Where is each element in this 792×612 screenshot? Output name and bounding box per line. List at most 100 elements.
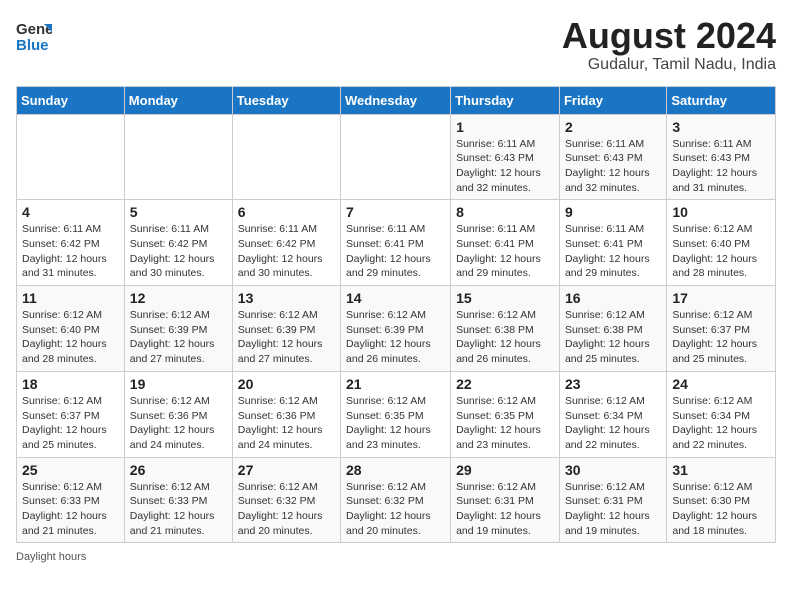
calendar-day-header: Wednesday: [341, 86, 451, 114]
day-info: Sunrise: 6:11 AM Sunset: 6:43 PM Dayligh…: [672, 137, 770, 196]
day-info: Sunrise: 6:11 AM Sunset: 6:43 PM Dayligh…: [456, 137, 554, 196]
calendar-cell: 20Sunrise: 6:12 AM Sunset: 6:36 PM Dayli…: [232, 371, 340, 457]
day-number: 27: [238, 462, 335, 478]
day-number: 21: [346, 376, 445, 392]
calendar-cell: 8 Sunrise: 6:11 AM Sunset: 6:41 PM Daylig…: [451, 200, 560, 286]
calendar-cell: 11Sunrise: 6:12 AM Sunset: 6:40 PM Dayli…: [17, 286, 125, 372]
day-info: Sunrise: 6:11 AM Sunset: 6:41 PM Dayligh…: [346, 222, 445, 281]
calendar-cell: 15 Sunrise: 6:12 AM Sunset: 6:38 PM Dayli…: [451, 286, 560, 372]
logo-icon: General Blue: [16, 16, 52, 52]
calendar-cell: 7 Sunrise: 6:11 AM Sunset: 6:41 PM Daylig…: [341, 200, 451, 286]
title-section: August 2024 Gudalur, Tamil Nadu, India: [562, 16, 776, 74]
calendar-cell: 23 Sunrise: 6:12 AM Sunset: 6:34 PM Dayli…: [559, 371, 666, 457]
day-info: Sunrise: 6:12 AM Sunset: 6:35 PM Dayligh…: [456, 394, 554, 453]
footer-note: Daylight hours: [16, 551, 776, 563]
day-info: Sunrise: 6:11 AM Sunset: 6:42 PM Dayligh…: [238, 222, 335, 281]
calendar-cell: 29Sunrise: 6:12 AM Sunset: 6:31 PM Dayli…: [451, 457, 560, 543]
calendar-cell: 30 Sunrise: 6:12 AM Sunset: 6:31 PM Dayli…: [559, 457, 666, 543]
logo: General Blue: [16, 16, 52, 52]
calendar-header-row: SundayMondayTuesdayWednesdayThursdayFrid…: [17, 86, 776, 114]
day-number: 8: [456, 204, 554, 220]
day-number: 14: [346, 290, 445, 306]
calendar-cell: [341, 114, 451, 200]
day-info: Sunrise: 6:12 AM Sunset: 6:34 PM Dayligh…: [565, 394, 661, 453]
day-number: 13: [238, 290, 335, 306]
day-info: Sunrise: 6:11 AM Sunset: 6:41 PM Dayligh…: [456, 222, 554, 281]
calendar-day-header: Saturday: [667, 86, 776, 114]
calendar-cell: [124, 114, 232, 200]
day-number: 7: [346, 204, 445, 220]
day-number: 10: [672, 204, 770, 220]
calendar-cell: 17 Sunrise: 6:12 AM Sunset: 6:37 PM Dayli…: [667, 286, 776, 372]
day-number: 30: [565, 462, 661, 478]
calendar-table: SundayMondayTuesdayWednesdayThursdayFrid…: [16, 86, 776, 544]
calendar-cell: 22 Sunrise: 6:12 AM Sunset: 6:35 PM Dayli…: [451, 371, 560, 457]
day-info: Sunrise: 6:12 AM Sunset: 6:34 PM Dayligh…: [672, 394, 770, 453]
day-number: 18: [22, 376, 119, 392]
calendar-week-row: 18 Sunrise: 6:12 AM Sunset: 6:37 PM Dayli…: [17, 371, 776, 457]
day-number: 15: [456, 290, 554, 306]
day-number: 16: [565, 290, 661, 306]
day-info: Sunrise: 6:12 AM Sunset: 6:38 PM Dayligh…: [565, 308, 661, 367]
calendar-cell: 5 Sunrise: 6:11 AM Sunset: 6:42 PM Daylig…: [124, 200, 232, 286]
calendar-cell: 18 Sunrise: 6:12 AM Sunset: 6:37 PM Dayli…: [17, 371, 125, 457]
calendar-cell: [232, 114, 340, 200]
calendar-cell: 27 Sunrise: 6:12 AM Sunset: 6:32 PM Dayli…: [232, 457, 340, 543]
location-subtitle: Gudalur, Tamil Nadu, India: [562, 56, 776, 74]
day-info: Sunrise: 6:12 AM Sunset: 6:35 PM Dayligh…: [346, 394, 445, 453]
calendar-cell: 1 Sunrise: 6:11 AM Sunset: 6:43 PM Daylig…: [451, 114, 560, 200]
day-info: Sunrise: 6:12 AM Sunset: 6:36 PM Dayligh…: [130, 394, 227, 453]
calendar-cell: 21 Sunrise: 6:12 AM Sunset: 6:35 PM Dayli…: [341, 371, 451, 457]
calendar-cell: 19 Sunrise: 6:12 AM Sunset: 6:36 PM Dayli…: [124, 371, 232, 457]
day-number: 5: [130, 204, 227, 220]
calendar-cell: 2Sunrise: 6:11 AM Sunset: 6:43 PM Daylig…: [559, 114, 666, 200]
day-info: Sunrise: 6:12 AM Sunset: 6:33 PM Dayligh…: [22, 480, 119, 539]
calendar-cell: 31Sunrise: 6:12 AM Sunset: 6:30 PM Dayli…: [667, 457, 776, 543]
calendar-week-row: 1 Sunrise: 6:11 AM Sunset: 6:43 PM Daylig…: [17, 114, 776, 200]
day-number: 24: [672, 376, 770, 392]
calendar-cell: 13Sunrise: 6:12 AM Sunset: 6:39 PM Dayli…: [232, 286, 340, 372]
calendar-day-header: Friday: [559, 86, 666, 114]
day-number: 22: [456, 376, 554, 392]
calendar-week-row: 11Sunrise: 6:12 AM Sunset: 6:40 PM Dayli…: [17, 286, 776, 372]
day-number: 4: [22, 204, 119, 220]
svg-text:General: General: [16, 21, 52, 38]
calendar-day-header: Tuesday: [232, 86, 340, 114]
day-info: Sunrise: 6:12 AM Sunset: 6:31 PM Dayligh…: [456, 480, 554, 539]
day-info: Sunrise: 6:12 AM Sunset: 6:33 PM Dayligh…: [130, 480, 227, 539]
day-info: Sunrise: 6:12 AM Sunset: 6:38 PM Dayligh…: [456, 308, 554, 367]
calendar-cell: 12Sunrise: 6:12 AM Sunset: 6:39 PM Dayli…: [124, 286, 232, 372]
day-number: 19: [130, 376, 227, 392]
calendar-cell: 6 Sunrise: 6:11 AM Sunset: 6:42 PM Daylig…: [232, 200, 340, 286]
calendar-week-row: 4 Sunrise: 6:11 AM Sunset: 6:42 PM Daylig…: [17, 200, 776, 286]
day-number: 25: [22, 462, 119, 478]
calendar-cell: 3Sunrise: 6:11 AM Sunset: 6:43 PM Daylig…: [667, 114, 776, 200]
day-number: 6: [238, 204, 335, 220]
day-info: Sunrise: 6:12 AM Sunset: 6:40 PM Dayligh…: [672, 222, 770, 281]
day-info: Sunrise: 6:12 AM Sunset: 6:31 PM Dayligh…: [565, 480, 661, 539]
day-info: Sunrise: 6:12 AM Sunset: 6:32 PM Dayligh…: [238, 480, 335, 539]
calendar-cell: 10 Sunrise: 6:12 AM Sunset: 6:40 PM Dayli…: [667, 200, 776, 286]
calendar-cell: 25 Sunrise: 6:12 AM Sunset: 6:33 PM Dayli…: [17, 457, 125, 543]
day-number: 17: [672, 290, 770, 306]
day-info: Sunrise: 6:12 AM Sunset: 6:39 PM Dayligh…: [346, 308, 445, 367]
calendar-day-header: Sunday: [17, 86, 125, 114]
calendar-cell: 4Sunrise: 6:11 AM Sunset: 6:42 PM Daylig…: [17, 200, 125, 286]
calendar-cell: 9Sunrise: 6:11 AM Sunset: 6:41 PM Daylig…: [559, 200, 666, 286]
day-info: Sunrise: 6:11 AM Sunset: 6:43 PM Dayligh…: [565, 137, 661, 196]
calendar-cell: 28Sunrise: 6:12 AM Sunset: 6:32 PM Dayli…: [341, 457, 451, 543]
calendar-cell: 26Sunrise: 6:12 AM Sunset: 6:33 PM Dayli…: [124, 457, 232, 543]
day-info: Sunrise: 6:12 AM Sunset: 6:32 PM Dayligh…: [346, 480, 445, 539]
calendar-week-row: 25 Sunrise: 6:12 AM Sunset: 6:33 PM Dayli…: [17, 457, 776, 543]
day-number: 23: [565, 376, 661, 392]
calendar-cell: [17, 114, 125, 200]
day-number: 12: [130, 290, 227, 306]
day-number: 1: [456, 119, 554, 135]
svg-text:Blue: Blue: [16, 37, 49, 52]
day-info: Sunrise: 6:11 AM Sunset: 6:42 PM Dayligh…: [130, 222, 227, 281]
day-info: Sunrise: 6:12 AM Sunset: 6:30 PM Dayligh…: [672, 480, 770, 539]
day-info: Sunrise: 6:12 AM Sunset: 6:37 PM Dayligh…: [22, 394, 119, 453]
day-info: Sunrise: 6:12 AM Sunset: 6:37 PM Dayligh…: [672, 308, 770, 367]
day-info: Sunrise: 6:12 AM Sunset: 6:36 PM Dayligh…: [238, 394, 335, 453]
day-info: Sunrise: 6:12 AM Sunset: 6:40 PM Dayligh…: [22, 308, 119, 367]
